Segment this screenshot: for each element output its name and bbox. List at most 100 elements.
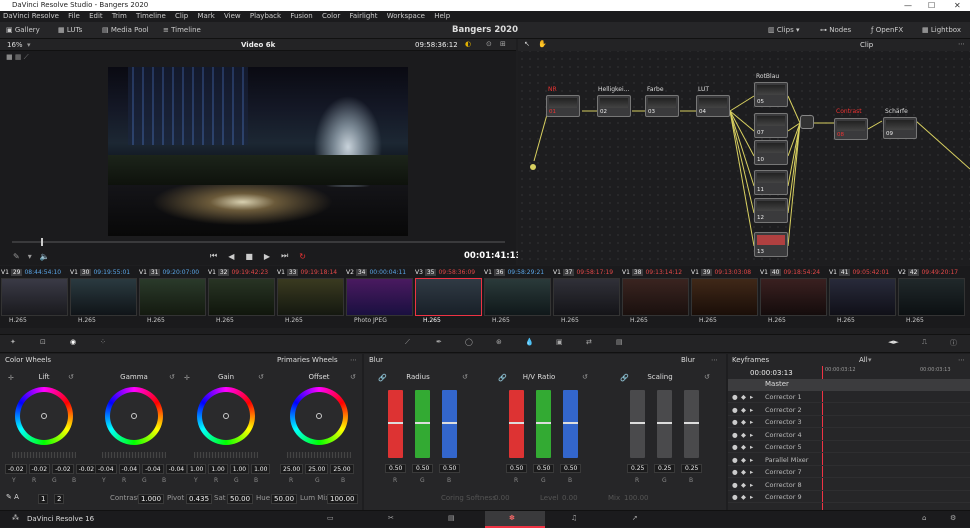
keyframe-dot-icon[interactable]: ●	[732, 466, 738, 478]
keyframe-diamond-icon[interactable]: ◆	[741, 479, 746, 491]
more-options-icon[interactable]: ⋯	[711, 356, 718, 364]
gain-picker-icon[interactable]: ✛	[184, 374, 190, 382]
color-wheel-gain[interactable]	[197, 387, 255, 445]
page-2-button[interactable]: 2	[54, 494, 65, 504]
zoom-dropdown-icon[interactable]: ▾	[27, 41, 31, 49]
wheels-palette-icon[interactable]: ✦	[10, 338, 16, 346]
expand-arrow-icon[interactable]: ▸	[750, 491, 753, 503]
keyframe-track-row[interactable]: ● ◆ ▸ Corrector 4	[728, 429, 970, 441]
info-icon[interactable]: ⓘ	[950, 338, 957, 348]
node-03[interactable]: 03	[645, 95, 679, 117]
blur-value-r[interactable]: 0.50	[506, 464, 528, 473]
skip-back-icon[interactable]: ⏮	[210, 251, 217, 261]
menu-help[interactable]: Help	[434, 12, 450, 20]
blur-slider-b[interactable]	[442, 390, 457, 458]
node-11[interactable]: 11	[754, 170, 788, 195]
menu-color[interactable]: Color	[322, 12, 340, 20]
pen-icon[interactable]: ✎	[13, 252, 20, 261]
openfx-button[interactable]: ƒ OpenFX	[871, 22, 903, 39]
node-04[interactable]: 04	[696, 95, 730, 117]
loop-icon[interactable]: ↻	[299, 252, 306, 261]
key-icon[interactable]: ▣	[556, 338, 563, 346]
color-wheel-lift[interactable]	[15, 387, 73, 445]
blur-value-g[interactable]: 0.25	[654, 464, 676, 473]
hand-icon[interactable]: ✋	[538, 40, 547, 48]
clip-thumbnail[interactable]: V1 38 09:13:14:12 H.265	[622, 268, 689, 328]
blur-value-r[interactable]: 0.25	[627, 464, 649, 473]
keyframe-track-row[interactable]: ● ◆ ▸ Corrector 1	[728, 391, 970, 403]
blur-value-b[interactable]: 0.50	[439, 464, 461, 473]
offset-reset-icon[interactable]: ↺	[350, 373, 356, 381]
link-icon[interactable]: 🔗	[378, 374, 387, 382]
wheel-puck[interactable]	[41, 413, 47, 419]
node-05[interactable]: 05	[754, 82, 788, 107]
blur-value-b[interactable]: 0.50	[560, 464, 582, 473]
fairlight-page-icon[interactable]: ♫	[571, 514, 577, 522]
keyframe-track-row[interactable]: ● ◆ ▸ Corrector 3	[728, 416, 970, 428]
wheel-value-b[interactable]: 1.00	[251, 464, 271, 474]
blur-slider-r[interactable]	[388, 390, 403, 458]
keyframe-dot-icon[interactable]: ●	[732, 441, 738, 453]
clips-button[interactable]: ▥ Clips ▾	[768, 22, 799, 39]
keyframe-dot-icon[interactable]: ●	[732, 429, 738, 441]
wheel-puck[interactable]	[316, 413, 322, 419]
node-12[interactable]: 12	[754, 198, 788, 223]
tracker-icon[interactable]: ⊛	[496, 338, 502, 346]
expand-arrow-icon[interactable]: ▸	[750, 429, 753, 441]
page-1-button[interactable]: 1	[38, 494, 49, 504]
wheel-value-r[interactable]: 25.00	[280, 464, 304, 474]
lummix-value[interactable]: 100.00	[327, 494, 358, 504]
zoom-select[interactable]: 16%	[7, 41, 23, 49]
ratio-reset-icon[interactable]: ↺	[582, 373, 588, 381]
wheel-value-b[interactable]: 25.00	[330, 464, 354, 474]
edit-page-icon[interactable]: ▤	[448, 514, 455, 522]
clip-thumbnail[interactable]: V1 31 09:20:07:00 H.265	[139, 268, 206, 328]
split-view-icon[interactable]: ▦	[15, 53, 24, 61]
node-10[interactable]: 10	[754, 140, 788, 165]
blur-mode-select[interactable]: Blur	[681, 356, 695, 364]
expand-arrow-icon[interactable]: ▸	[750, 416, 753, 428]
wheel-value-r[interactable]: 1.00	[208, 464, 228, 474]
blur-slider-r[interactable]	[630, 390, 645, 458]
menu-fairlight[interactable]: Fairlight	[349, 12, 377, 20]
keyframe-track-row[interactable]: ● ◆ ▸ Corrector 7	[728, 466, 970, 478]
blur-slider-b[interactable]	[684, 390, 699, 458]
expand-arrow-icon[interactable]: ▸	[750, 466, 753, 478]
blur-slider-g[interactable]	[536, 390, 551, 458]
clip-thumbnail[interactable]: V1 32 09:19:42:23 H.265	[208, 268, 275, 328]
wheel-value-g[interactable]: 25.00	[305, 464, 329, 474]
pointer-icon[interactable]: ↖	[524, 40, 530, 48]
wheel-value-r[interactable]: -0.02	[28, 464, 51, 474]
wipe-icon[interactable]: ⟋	[24, 53, 29, 61]
play-reverse-icon[interactable]: ◀	[228, 252, 234, 261]
more-options-icon[interactable]: ⋯	[350, 356, 357, 364]
cut-page-icon[interactable]: ✂	[388, 514, 394, 522]
wheel-puck[interactable]	[223, 413, 229, 419]
curves-palette-icon[interactable]: ⟋	[405, 338, 410, 347]
menu-trim[interactable]: Trim	[112, 12, 127, 20]
nodes-button[interactable]: ⊶ Nodes	[820, 22, 851, 39]
clip-thumbnail[interactable]: V1 40 09:18:54:24 H.265	[760, 268, 827, 328]
keyframe-dot-icon[interactable]: ●	[732, 391, 738, 403]
color-wheel-offset[interactable]	[290, 387, 348, 445]
wheel-value-g[interactable]: -0.04	[142, 464, 164, 474]
scrubber-playhead[interactable]	[41, 238, 43, 246]
keyframe-diamond-icon[interactable]: ◆	[741, 416, 746, 428]
color-wheel-gamma[interactable]	[105, 387, 163, 445]
radius-reset-icon[interactable]: ↺	[462, 373, 468, 381]
mix-value[interactable]: 100.00	[624, 494, 649, 502]
clip-thumbnail[interactable]: V2 42 09:49:20:17 H.265	[898, 268, 965, 328]
keyframe-diamond-icon[interactable]: ◆	[741, 441, 746, 453]
hdr-palette-icon[interactable]: ⁘	[100, 338, 106, 346]
wheel-value-r[interactable]: -0.04	[118, 464, 141, 474]
expand-arrow-icon[interactable]: ▸	[750, 454, 753, 466]
lift-picker-icon[interactable]: ✛	[8, 374, 14, 382]
blur-slider-g[interactable]	[657, 390, 672, 458]
minimize-button[interactable]: —	[904, 0, 912, 11]
blur-slider-g[interactable]	[415, 390, 430, 458]
lightbox-button[interactable]: ▦ Lightbox	[922, 22, 961, 39]
pivot-value[interactable]: 0.435	[186, 494, 213, 504]
keyframe-track-row[interactable]: ● ◆ ▸ Corrector 8	[728, 479, 970, 491]
scopes-icon[interactable]: ⎍	[922, 338, 927, 347]
keyframe-dot-icon[interactable]: ●	[732, 416, 738, 428]
